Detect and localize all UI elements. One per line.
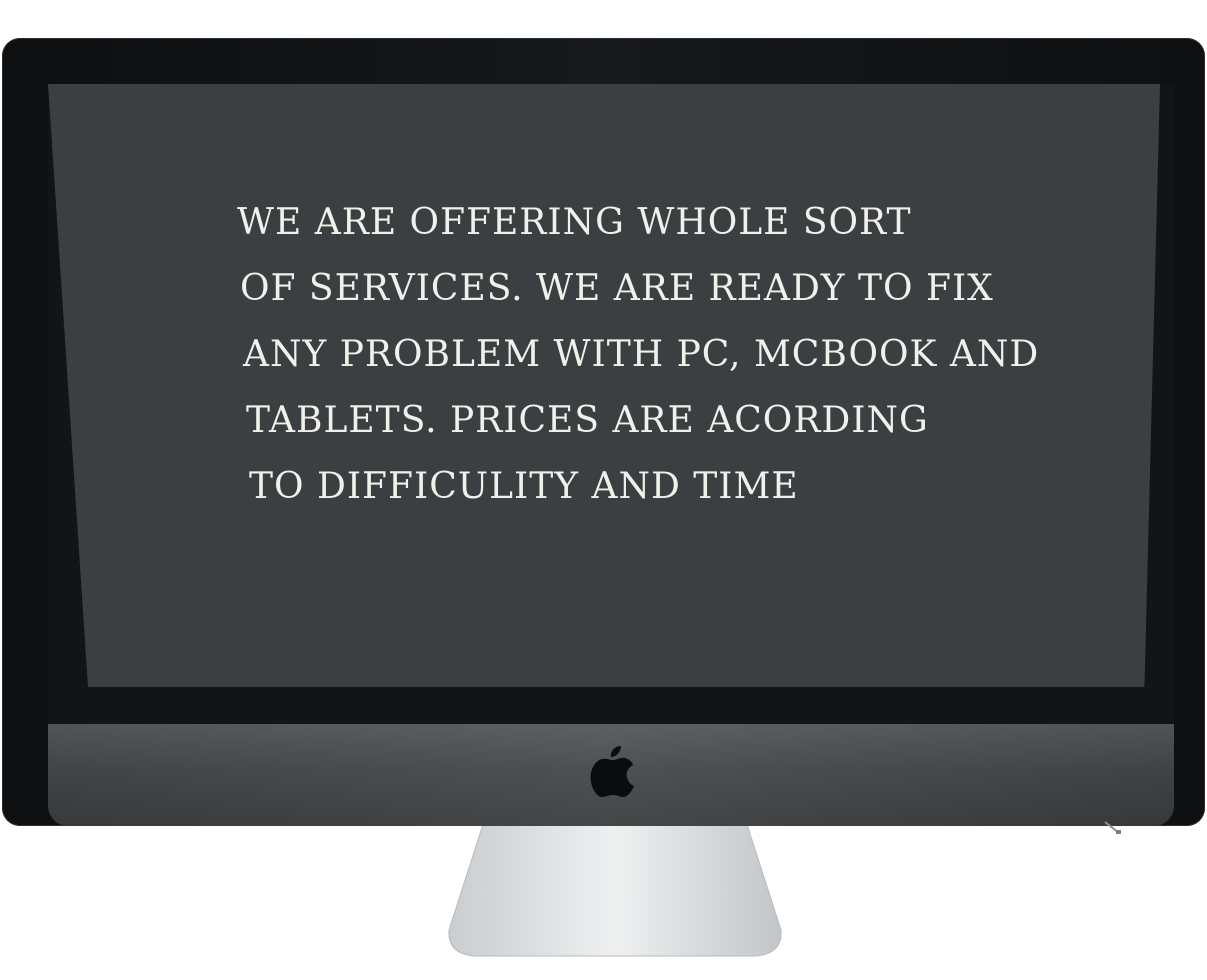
message-line: OF SERVICES. WE ARE READY TO FIX [240, 268, 994, 309]
message-line: TABLETS. PRICES ARE ACORDING [246, 400, 929, 441]
cable-icon [1104, 820, 1122, 834]
message-line: ANY PROBLEM WITH PC, MCBOOK AND [243, 334, 1040, 375]
services-message: WE ARE OFFERING WHOLE SORT OF SERVICES. … [237, 190, 1039, 520]
apple-logo-icon [590, 744, 636, 798]
message-line: TO DIFFICULITY AND TIME [249, 466, 799, 507]
monitor-stand [447, 811, 783, 958]
message-line: WE ARE OFFERING WHOLE SORT [237, 202, 912, 243]
